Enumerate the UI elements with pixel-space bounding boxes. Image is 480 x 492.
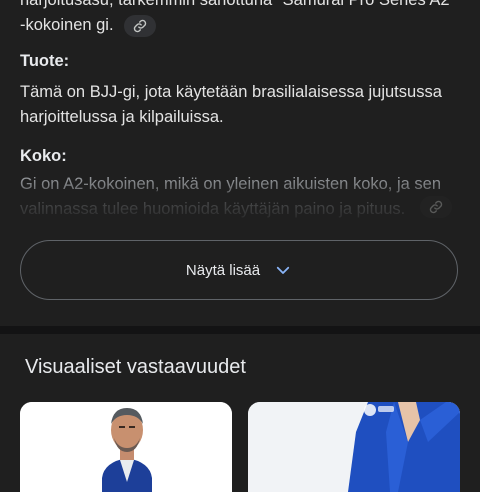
ai-answer-card: harjoitusasu, tarkemmin sanottuna "Samur…	[0, 0, 480, 326]
blue-gi-photo	[248, 402, 460, 492]
visual-matches-title: Visuaaliset vastaavuudet	[25, 356, 246, 378]
section-text-product: Tämä on BJJ-gi, jota käytetään brasilial…	[20, 83, 442, 126]
intro-paragraph: harjoitusasu, tarkemmin sanottuna "Samur…	[20, 0, 460, 38]
link-icon	[133, 19, 147, 32]
faded-link-chip	[420, 196, 452, 218]
section-heading-product: Tuote:	[20, 52, 70, 70]
source-link-chip[interactable]	[124, 14, 157, 37]
show-more-label: Näytä lisää	[185, 261, 261, 279]
section-divider	[0, 326, 480, 334]
section-text-size: Gi on A2-kokoinen, mikä on yleinen aikui…	[20, 175, 441, 218]
visual-match-thumbnail-2[interactable]	[248, 402, 460, 492]
intro-text: harjoitusasu, tarkemmin sanottuna "Samur…	[20, 0, 456, 34]
link-icon	[429, 200, 443, 214]
section-heading-size: Koko:	[20, 147, 67, 165]
show-more-button[interactable]: Näytä lisää	[20, 240, 458, 300]
visual-match-thumbnail-1[interactable]	[20, 402, 232, 492]
man-in-gi-photo	[20, 402, 232, 492]
chevron-down-icon	[276, 266, 290, 274]
visual-matches-section: Visuaaliset vastaavuudet	[0, 334, 480, 492]
